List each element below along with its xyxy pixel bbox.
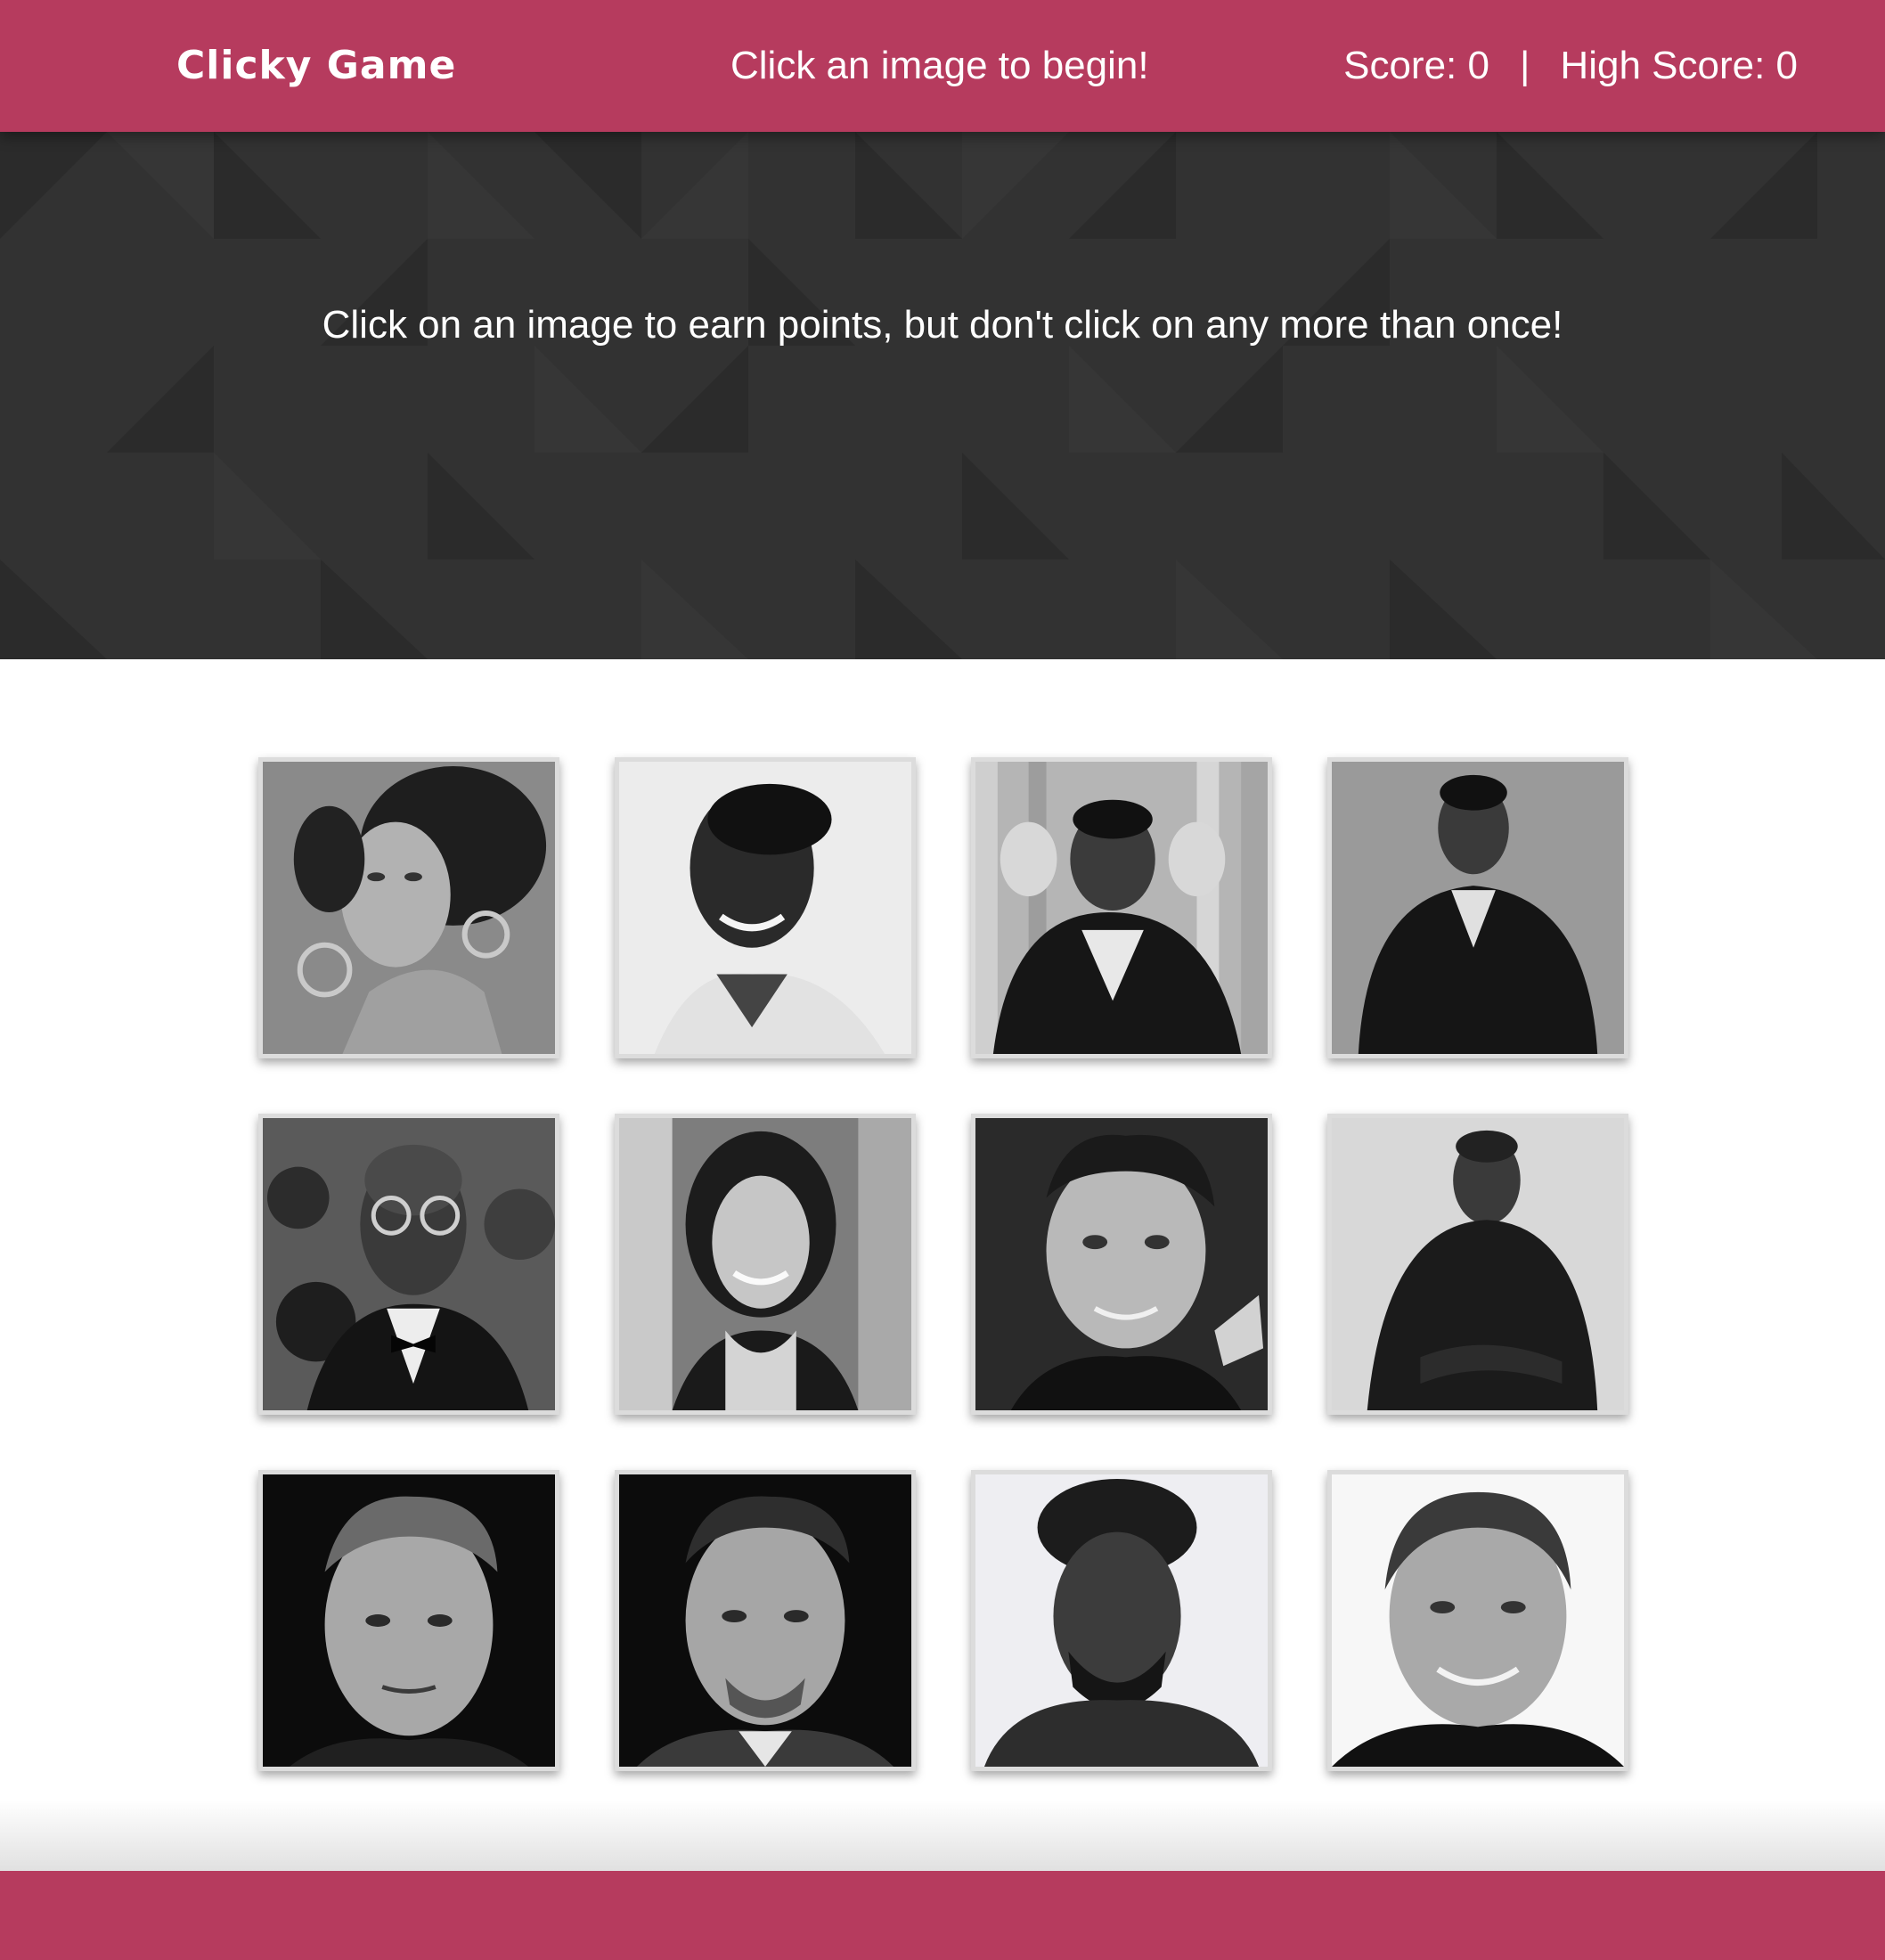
image-card-6[interactable] bbox=[615, 1114, 916, 1415]
portrait-image bbox=[263, 1118, 555, 1410]
portrait-image bbox=[975, 1118, 1268, 1410]
portrait-image bbox=[619, 1118, 911, 1410]
image-card-11[interactable] bbox=[971, 1470, 1272, 1771]
portrait-image bbox=[1332, 1118, 1624, 1410]
image-card-5[interactable] bbox=[258, 1114, 559, 1415]
portrait-image bbox=[263, 1474, 555, 1767]
image-card-9[interactable] bbox=[258, 1470, 559, 1771]
image-card-2[interactable] bbox=[615, 757, 916, 1058]
high-score-label: High Score: 0 bbox=[1560, 44, 1798, 87]
hero-background-pattern bbox=[0, 132, 1885, 659]
image-card-1[interactable] bbox=[258, 757, 559, 1058]
footer-shadow bbox=[0, 1800, 1885, 1871]
portrait-image bbox=[619, 762, 911, 1054]
status-message: Click an image to begin! bbox=[730, 44, 1149, 87]
image-card-3[interactable] bbox=[971, 757, 1272, 1058]
image-card-12[interactable] bbox=[1327, 1470, 1628, 1771]
portrait-image bbox=[263, 762, 555, 1054]
portrait-image bbox=[975, 1474, 1268, 1767]
hero-banner: Click on an image to earn points, but do… bbox=[0, 132, 1885, 659]
score-separator: | bbox=[1519, 44, 1530, 87]
brand-logo[interactable]: Clicky Game bbox=[176, 0, 456, 132]
image-card-4[interactable] bbox=[1327, 757, 1628, 1058]
instructions-text: Click on an image to earn points, but do… bbox=[322, 303, 1563, 347]
navbar: Clicky Game Click an image to begin! Sco… bbox=[0, 0, 1885, 132]
image-card-7[interactable] bbox=[971, 1114, 1272, 1415]
image-card-8[interactable] bbox=[1327, 1114, 1628, 1415]
score-area: Score: 0 | High Score: 0 bbox=[1343, 0, 1798, 132]
portrait-image bbox=[1332, 762, 1624, 1054]
footer bbox=[0, 1871, 1885, 1960]
image-card-10[interactable] bbox=[615, 1470, 916, 1771]
portrait-image bbox=[1332, 1474, 1624, 1767]
score-label: Score: 0 bbox=[1343, 44, 1489, 87]
portrait-image bbox=[975, 762, 1268, 1054]
portrait-image bbox=[619, 1474, 911, 1767]
